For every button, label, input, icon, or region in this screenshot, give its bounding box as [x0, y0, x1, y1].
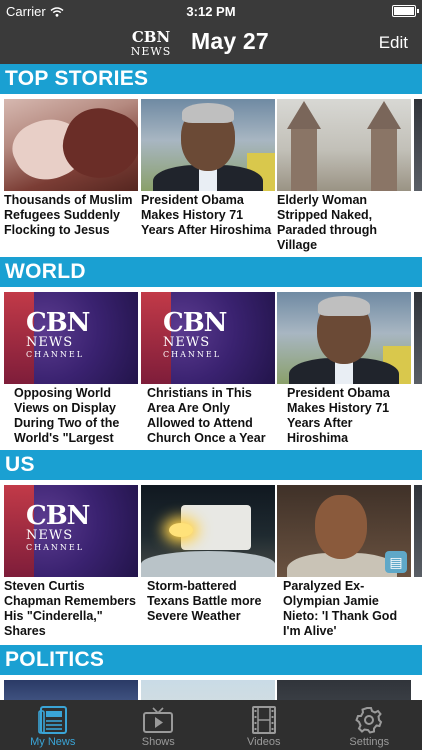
newspaper-icon [37, 706, 67, 734]
section-world: WORLD CBN NEWS CHANNEL Opposing World View… [0, 257, 422, 450]
status-time: 3:12 PM [186, 4, 236, 19]
tab-label: My News [30, 736, 76, 748]
section-header[interactable]: POLITICS [0, 645, 422, 675]
story-headline: Paralyzed Ex-Olympian Jamie Nieto: 'I Th… [283, 579, 398, 638]
story-card[interactable]: CBN NEWS CHANNEL Steven Curtis Chapman Rem… [4, 485, 138, 639]
story-headline: President Obama Makes History 71 Years A… [287, 386, 390, 445]
tab-my-news[interactable]: My News [0, 700, 106, 750]
story-card[interactable]: Thousands of Muslim Refugees Suddenly Fl… [4, 99, 138, 253]
flood-thumbnail [141, 485, 275, 577]
edit-button[interactable]: Edit [379, 33, 408, 53]
tab-label: Videos [247, 736, 281, 748]
film-icon [251, 706, 276, 734]
partial-thumbnail [414, 99, 422, 191]
story-card-partial[interactable] [414, 292, 422, 384]
story-card[interactable]: President Obama Makes History 71 Years A… [141, 99, 275, 253]
tab-label: Settings [349, 736, 390, 748]
portrait-thumbnail [141, 99, 275, 191]
cbn-news-channel-thumbnail: CBN NEWS CHANNEL [4, 292, 138, 384]
story-card[interactable]: Elderly Woman Stripped Naked, Paraded th… [277, 99, 411, 253]
portrait-thumbnail [277, 292, 411, 384]
man-thumbnail: ▤ [277, 485, 411, 577]
svg-text:NEWS: NEWS [131, 45, 172, 58]
card-row: Thousands of Muslim Refugees Suddenly Fl… [0, 94, 422, 257]
story-card[interactable]: CBN NEWS CHANNEL Christians in This Area A… [141, 292, 275, 446]
story-card[interactable]: ▤ Paralyzed Ex-Olympian Jamie Nieto: 'I … [277, 485, 411, 639]
story-card-partial[interactable] [414, 485, 422, 577]
story-headline: Storm-battered Texans Battle more Severe… [147, 579, 262, 623]
section-us: US CBN NEWS CHANNEL Steven Curtis Chapman … [0, 450, 422, 643]
cbn-news-logo: CBN NEWS [131, 28, 172, 58]
tab-label: Shows [141, 736, 175, 748]
story-card-partial[interactable] [414, 99, 422, 191]
tab-shows[interactable]: Shows [106, 700, 212, 750]
story-headline: President Obama Makes History 71 Years A… [141, 193, 272, 237]
tab-settings[interactable]: Settings [317, 700, 422, 750]
navigation-bar: CBN NEWS May 27 Edit [0, 22, 422, 64]
towers-thumbnail [277, 99, 411, 191]
svg-text:CBN: CBN [132, 28, 171, 46]
page-title: May 27 [191, 28, 269, 54]
tab-bar: My News Shows Videos Settings [0, 700, 422, 750]
story-headline: Christians in This Area Are Only Allowed… [147, 386, 266, 445]
video-badge-icon: ▤ [385, 551, 407, 573]
battery-icon [392, 5, 419, 17]
story-headline: Steven Curtis Chapman Remembers His "Cin… [4, 579, 136, 638]
section-politics: POLITICS [0, 645, 422, 705]
section-header[interactable]: TOP STORIES [0, 64, 422, 94]
cbn-news-channel-thumbnail: CBN NEWS CHANNEL [4, 485, 138, 577]
section-header[interactable]: US [0, 450, 422, 480]
partial-thumbnail [414, 485, 422, 577]
story-headline: Thousands of Muslim Refugees Suddenly Fl… [4, 193, 133, 237]
tv-icon [143, 707, 174, 733]
story-headline: Opposing World Views on Display During T… [14, 386, 120, 445]
partial-thumbnail [414, 292, 422, 384]
section-top-stories: TOP STORIES Thousands of Muslim Refugees… [0, 64, 422, 257]
story-card[interactable]: CBN NEWS CHANNEL Opposing World Views on D… [4, 292, 138, 446]
card-row: CBN NEWS CHANNEL Opposing World Views on D… [0, 287, 422, 450]
section-header[interactable]: WORLD [0, 257, 422, 287]
status-bar: Carrier 3:12 PM [0, 0, 422, 22]
story-headline: Elderly Woman Stripped Naked, Paraded th… [277, 193, 378, 252]
story-card[interactable]: Storm-battered Texans Battle more Severe… [141, 485, 275, 639]
cbn-news-channel-thumbnail: CBN NEWS CHANNEL [141, 292, 275, 384]
hands-thumbnail [4, 99, 138, 191]
top-bar: Carrier 3:12 PM CBN NEWS May 27 Edit [0, 0, 422, 64]
gear-icon [355, 707, 383, 734]
tab-videos[interactable]: Videos [211, 700, 317, 750]
story-card[interactable]: President Obama Makes History 71 Years A… [277, 292, 411, 446]
card-row: CBN NEWS CHANNEL Steven Curtis Chapman Rem… [0, 480, 422, 643]
